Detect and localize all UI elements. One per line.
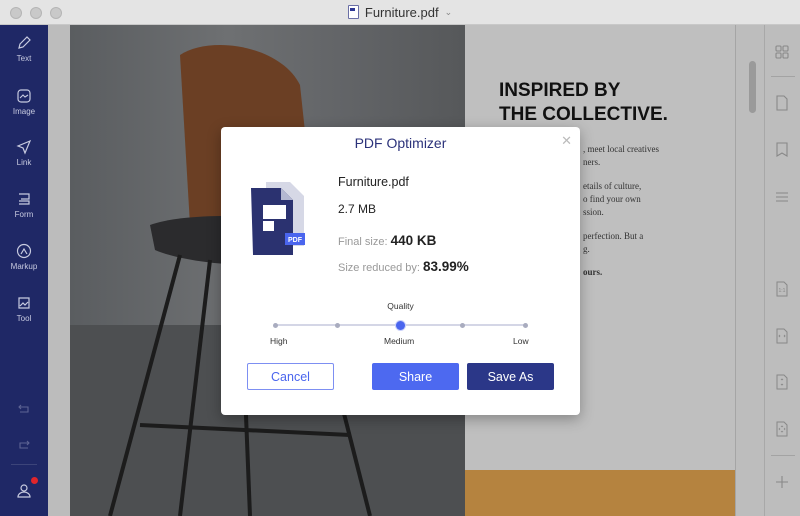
sidebar-item-image[interactable]: Image xyxy=(0,88,48,116)
headline-line: INSPIRED BY xyxy=(499,80,621,101)
orange-band xyxy=(465,470,735,516)
pdf-optimizer-dialog: PDF Optimizer ✕ PDF Furniture.pdf 2.7 MB… xyxy=(221,127,580,415)
actual-size-icon[interactable]: 1:1 xyxy=(772,279,792,299)
redo-icon xyxy=(19,440,30,449)
send-icon xyxy=(16,139,32,155)
minimize-window-button[interactable] xyxy=(30,7,42,19)
dialog-title: PDF Optimizer xyxy=(354,135,447,151)
title-bar: Furniture.pdf ⌄ xyxy=(0,0,800,25)
body-text: etails of culture, xyxy=(583,181,642,191)
sidebar-divider xyxy=(11,464,37,465)
headline-line: THE COLLECTIVE. xyxy=(499,104,668,125)
quality-high-label: High xyxy=(270,336,288,346)
bookmark-icon[interactable] xyxy=(772,140,792,160)
fit-width-icon[interactable] xyxy=(772,326,792,346)
body-text: perfection. But a xyxy=(583,231,644,241)
sidebar-item-label: Form xyxy=(14,210,34,219)
close-icon[interactable]: ✕ xyxy=(561,133,572,149)
share-button[interactable]: Share xyxy=(372,363,459,390)
zoom-window-button[interactable] xyxy=(50,7,62,19)
user-account-button[interactable] xyxy=(0,477,48,503)
panel-divider xyxy=(771,455,795,456)
scrollbar-thumb[interactable] xyxy=(749,61,756,113)
sidebar-item-label: Tool xyxy=(16,314,32,323)
svg-text:1:1: 1:1 xyxy=(779,288,786,294)
cancel-button[interactable]: Cancel xyxy=(247,363,334,390)
sidebar-item-label: Image xyxy=(12,107,36,116)
body-text: , meet local creatives xyxy=(583,144,659,154)
undo-icon xyxy=(18,404,29,413)
form-icon xyxy=(19,193,30,205)
window-title-text: Furniture.pdf xyxy=(364,4,439,20)
image-icon xyxy=(17,89,31,103)
toolbox-icon xyxy=(18,297,30,309)
vertical-scrollbar[interactable] xyxy=(735,25,765,516)
fit-height-icon[interactable] xyxy=(772,372,792,392)
pdf-file-icon: PDF xyxy=(251,182,305,255)
panel-divider xyxy=(771,76,795,77)
sidebar-item-label: Link xyxy=(16,158,32,167)
svg-text:PDF: PDF xyxy=(288,237,303,244)
slider-handle[interactable] xyxy=(395,320,405,330)
window-title[interactable]: Furniture.pdf ⌄ xyxy=(347,4,453,20)
save-as-button[interactable]: Save As xyxy=(467,363,554,390)
page-icon[interactable] xyxy=(772,93,792,113)
size-reduced-value: 83.99% xyxy=(423,259,469,274)
body-text: g. xyxy=(583,244,590,254)
right-panel: 1:1 xyxy=(765,25,800,516)
body-text: ours. xyxy=(583,267,603,277)
slider-step[interactable] xyxy=(460,322,465,328)
zoom-in-icon[interactable] xyxy=(772,472,792,492)
quality-label: Quality xyxy=(387,301,414,311)
sidebar-item-markup[interactable]: Markup xyxy=(0,243,48,271)
left-toolbar: Text Image Link Form Markup Tool xyxy=(0,25,48,516)
sidebar-item-tool[interactable]: Tool xyxy=(0,295,48,323)
document-headline: INSPIRED BY THE COLLECTIVE. xyxy=(499,79,668,127)
notification-badge xyxy=(31,477,38,484)
canvas-margin xyxy=(48,25,70,516)
user-icon xyxy=(17,484,31,498)
sidebar-item-form[interactable]: Form xyxy=(0,191,48,219)
markup-icon xyxy=(16,243,32,259)
slider-step[interactable] xyxy=(272,322,278,328)
chevron-down-icon[interactable]: ⌄ xyxy=(445,7,453,18)
sidebar-item-link[interactable]: Link xyxy=(0,139,48,167)
body-text: ssion. xyxy=(583,207,604,217)
body-text: ners. xyxy=(583,157,601,167)
original-file-size: 2.7 MB xyxy=(338,202,377,216)
close-window-button[interactable] xyxy=(10,7,22,19)
quality-low-label: Low xyxy=(513,336,529,346)
quality-medium-label: Medium xyxy=(384,336,415,346)
undo-button[interactable] xyxy=(0,403,48,418)
body-text: o find your own xyxy=(583,194,641,204)
quality-slider[interactable] xyxy=(272,320,528,330)
window-controls xyxy=(10,7,62,19)
sidebar-item-text[interactable]: Text xyxy=(0,35,48,63)
size-reduced-row: Size reduced by: 83.99% xyxy=(338,259,469,274)
pdf-document-icon xyxy=(347,5,359,19)
thumbnails-icon[interactable] xyxy=(772,42,792,62)
sidebar-item-label: Text xyxy=(16,54,32,63)
fit-page-icon[interactable] xyxy=(772,419,792,439)
final-size-value: 440 KB xyxy=(390,233,437,248)
pencil-icon xyxy=(18,36,31,49)
redo-button[interactable] xyxy=(0,439,48,454)
slider-step[interactable] xyxy=(522,322,528,328)
file-name: Furniture.pdf xyxy=(338,175,409,189)
size-reduced-label: Size reduced by: xyxy=(338,262,420,274)
sidebar-item-label: Markup xyxy=(10,262,38,271)
slider-step[interactable] xyxy=(335,322,340,328)
final-size-row: Final size: 440 KB xyxy=(338,233,436,248)
final-size-label: Final size: xyxy=(338,236,388,248)
outline-icon[interactable] xyxy=(772,187,792,207)
